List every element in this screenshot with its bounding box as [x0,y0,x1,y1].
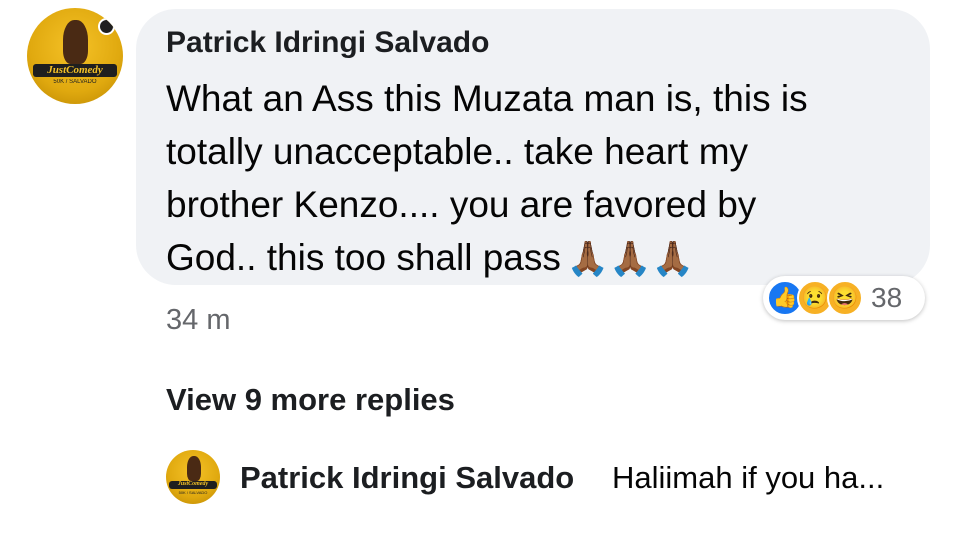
avatar-badge [98,17,116,35]
reply-author[interactable]: Patrick Idringi Salvado [240,460,574,496]
reply-avatar[interactable]: JustComedy 50K / SALVADO [166,450,220,504]
comment-text: What an Ass this Muzata man is, this is … [166,72,906,286]
reaction-count: 38 [871,282,903,313]
reply-preview[interactable]: Haliimah if you ha... [612,460,884,496]
avatar-logo: JustComedy [32,63,118,78]
avatar-person [186,456,201,482]
praying-hands-emoji: 🙏🏾🙏🏾🙏🏾 [566,240,694,278]
view-more-replies-link[interactable]: View 9 more replies [166,382,455,418]
comment-author[interactable]: Patrick Idringi Salvado [166,26,489,60]
haha-icon: 😆 [827,280,863,316]
avatar-logo: JustComedy [169,481,217,489]
avatar-subline: 50K / SALVADO [53,79,97,86]
reactions-summary[interactable]: 👍 😢 😆 38 [763,276,925,320]
comment-body: What an Ass this Muzata man is, this is … [166,78,808,278]
avatar-person [63,19,89,64]
avatar-subline: 50K / SALVADO [178,489,208,495]
comment-timestamp[interactable]: 34 m [166,304,230,337]
commenter-avatar[interactable]: JustComedy 50K / SALVADO [27,8,123,104]
